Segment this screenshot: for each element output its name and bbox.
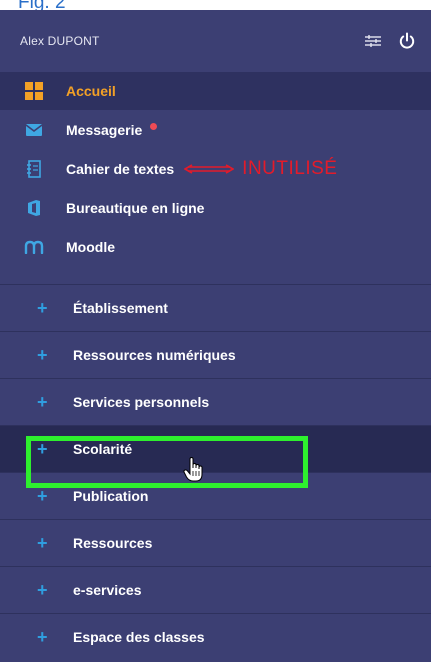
unread-dot (150, 123, 158, 130)
grid-icon (24, 81, 44, 101)
category-label: Établissement (73, 300, 168, 316)
category-scolarite[interactable]: + Scolarité (0, 425, 431, 472)
plus-icon: + (37, 391, 48, 412)
menu-item-label: Bureautique en ligne (66, 199, 205, 216)
plus-icon: + (37, 344, 48, 365)
menu-item-label: Messagerie (66, 121, 143, 138)
menu-item-label: Accueil (66, 83, 116, 99)
menu-item-bureautique[interactable]: Bureautique en ligne (0, 188, 431, 227)
notebook-icon (24, 159, 44, 179)
plus-icon: + (37, 297, 48, 318)
category-list: + Établissement + Ressources numériques … (0, 284, 431, 660)
category-publication[interactable]: + Publication (0, 472, 431, 519)
menu-item-cahier-de-textes[interactable]: Cahier de textes INUTILISÉ (0, 149, 431, 188)
category-label: Ressources numériques (73, 347, 236, 363)
category-label: Services personnels (73, 394, 210, 410)
category-label: Ressources (73, 535, 153, 551)
menu-item-label: Moodle (66, 238, 115, 255)
plus-icon: + (37, 579, 48, 600)
plus-icon: + (37, 626, 48, 647)
moodle-icon (24, 237, 44, 257)
category-espace-des-classes[interactable]: + Espace des classes (0, 613, 431, 660)
plus-icon: + (37, 485, 48, 506)
category-ressources[interactable]: + Ressources (0, 519, 431, 566)
menu-item-accueil[interactable]: Accueil (0, 72, 431, 110)
category-e-services[interactable]: + e-services (0, 566, 431, 613)
user-header: Alex DUPONT (0, 10, 431, 72)
category-label: Publication (73, 488, 149, 504)
favorites-list: Accueil Messagerie Cahier de textes INUT… (0, 72, 431, 266)
category-label: Espace des classes (73, 629, 205, 645)
category-label: e-services (73, 582, 142, 598)
office-icon (24, 198, 44, 218)
plus-icon: + (37, 438, 48, 459)
menu-item-messagerie[interactable]: Messagerie (0, 110, 431, 149)
category-ressources-numeriques[interactable]: + Ressources numériques (0, 331, 431, 378)
category-services-personnels[interactable]: + Services personnels (0, 378, 431, 425)
plus-icon: + (37, 532, 48, 553)
category-etablissement[interactable]: + Établissement (0, 284, 431, 331)
hand-cursor-icon (183, 456, 205, 488)
sliders-icon[interactable] (361, 29, 385, 53)
double-arrow-icon (184, 162, 235, 176)
category-label: Scolarité (73, 441, 133, 457)
power-icon[interactable] (395, 29, 419, 53)
envelope-icon (24, 120, 44, 140)
side-menu-panel: Alex DUPONT Accueil Messagerie Cahier de… (0, 10, 431, 662)
menu-item-label: Cahier de textes (66, 160, 175, 177)
user-name: Alex DUPONT (20, 34, 100, 48)
menu-item-moodle[interactable]: Moodle (0, 227, 431, 266)
annotation-text: INUTILISÉ (242, 157, 338, 179)
